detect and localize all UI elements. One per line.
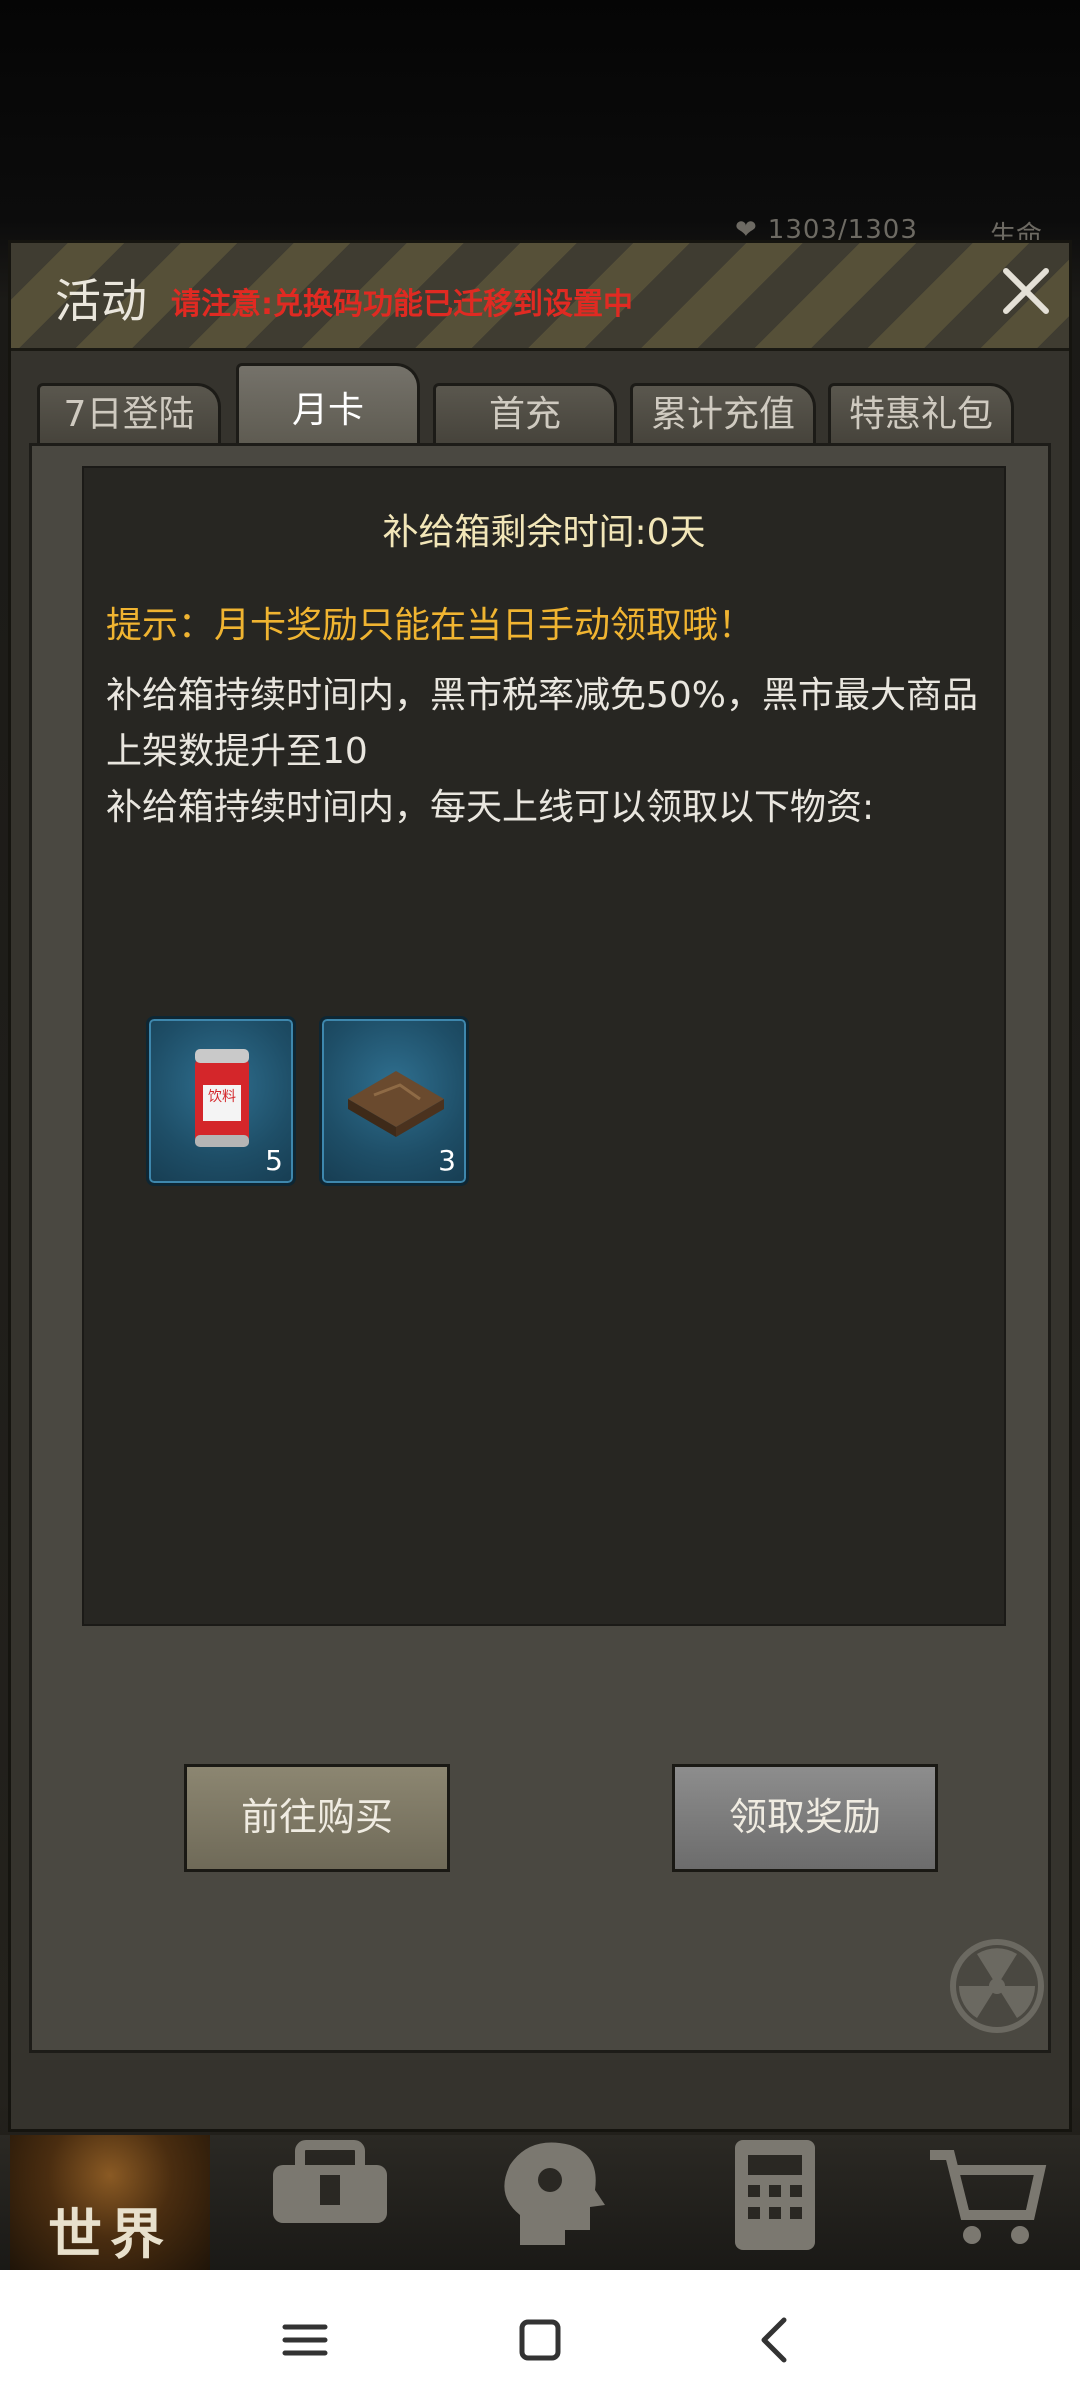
- remaining-time: 补给箱剩余时间:0天: [382, 512, 706, 553]
- system-nav-bar: [0, 2270, 1080, 2403]
- tab-first-recharge[interactable]: 首充: [433, 383, 617, 447]
- calculator-icon[interactable]: [710, 2135, 840, 2255]
- radiation-icon: [950, 1939, 1044, 2033]
- dialog-header: 活动 请注意:兑换码功能已迁移到设置中: [11, 243, 1069, 351]
- description-benefits: 补给箱持续时间内，黑市税率减免50%，黑市最大商品上架数提升至10: [106, 675, 979, 772]
- tip-text: 提示：月卡奖励只能在当日手动领取哦！: [106, 605, 755, 646]
- activity-dialog: 活动 请注意:兑换码功能已迁移到设置中 7日登陆 月卡 首充 累计充值 特惠礼包…: [8, 240, 1072, 2132]
- close-icon[interactable]: [996, 261, 1056, 321]
- screen: ❤ 1303/1303 生命 世界 活动 请注意:兑换码功能已迁移到设置中 7日…: [0, 0, 1080, 2403]
- crate-icon: [348, 1071, 444, 1137]
- tab-bar: 7日登陆 月卡 首充 累计充值 特惠礼包: [29, 363, 1059, 451]
- head-skills-icon[interactable]: [490, 2135, 620, 2255]
- content-panel: 补给箱剩余时间:0天 提示：月卡奖励只能在当日手动领取哦！ 补给箱持续时间内，黑…: [29, 443, 1051, 2053]
- tab-monthly-card[interactable]: 月卡: [236, 363, 420, 451]
- home-icon[interactable]: [505, 2305, 575, 2375]
- can-label: 饮料: [208, 1089, 236, 1105]
- cart-icon[interactable]: [920, 2135, 1050, 2255]
- claim-reward-button[interactable]: 领取奖励: [672, 1764, 938, 1872]
- nav-world-button[interactable]: 世界: [10, 2135, 210, 2270]
- backpack-icon[interactable]: [265, 2135, 395, 2255]
- drink-can-icon: 饮料: [195, 1049, 249, 1147]
- go-purchase-button[interactable]: 前往购买: [184, 1764, 450, 1872]
- dialog-title: 活动: [55, 274, 147, 328]
- reward-slot-box[interactable]: 3: [319, 1016, 469, 1186]
- reward-count: 3: [438, 1144, 456, 1177]
- monthly-card-info-panel: 补给箱剩余时间:0天 提示：月卡奖励只能在当日手动领取哦！ 补给箱持续时间内，黑…: [82, 466, 1006, 1626]
- tab-special-pack[interactable]: 特惠礼包: [828, 383, 1014, 447]
- reward-count: 5: [265, 1144, 283, 1177]
- description-daily-rewards: 补给箱持续时间内，每天上线可以领取以下物资:: [106, 787, 875, 828]
- nav-world-label: 世界: [48, 2203, 172, 2266]
- tab-cumulative-recharge[interactable]: 累计充值: [630, 383, 816, 447]
- back-icon[interactable]: [740, 2305, 810, 2375]
- tab-7day-login[interactable]: 7日登陆: [37, 383, 221, 447]
- redeem-notice: 请注意:兑换码功能已迁移到设置中: [171, 287, 633, 322]
- menu-icon[interactable]: [270, 2305, 340, 2375]
- reward-slot-drink[interactable]: 饮料 5: [146, 1016, 296, 1186]
